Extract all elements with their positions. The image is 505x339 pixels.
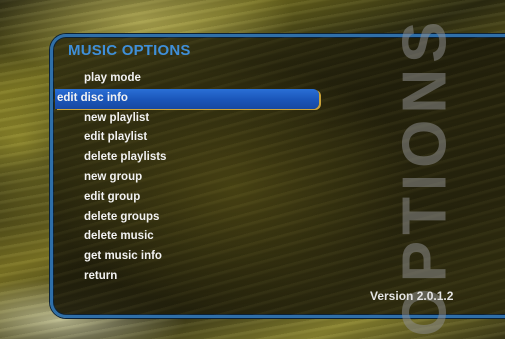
menu-item-delete-playlists[interactable]: delete playlists bbox=[55, 148, 355, 168]
menu-item-edit-group[interactable]: edit group bbox=[55, 188, 355, 208]
menu-item-return[interactable]: return bbox=[55, 267, 355, 287]
menu-item-edit-disc-info[interactable]: edit disc info bbox=[55, 88, 319, 109]
version-label: Version 2.0.1.2 bbox=[370, 289, 454, 303]
menu-item-get-music-info[interactable]: get music info bbox=[55, 247, 355, 267]
menu-item-new-playlist[interactable]: new playlist bbox=[55, 109, 355, 129]
menu-item-delete-music[interactable]: delete music bbox=[55, 227, 355, 247]
menu-item-new-group[interactable]: new group bbox=[55, 168, 355, 188]
options-menu: play mode edit disc info new playlist ed… bbox=[55, 69, 355, 287]
menu-item-play-mode[interactable]: play mode bbox=[55, 69, 355, 89]
menu-item-edit-playlist[interactable]: edit playlist bbox=[55, 128, 355, 148]
menu-item-delete-groups[interactable]: delete groups bbox=[55, 208, 355, 228]
menu-title: MUSIC OPTIONS bbox=[68, 42, 191, 59]
